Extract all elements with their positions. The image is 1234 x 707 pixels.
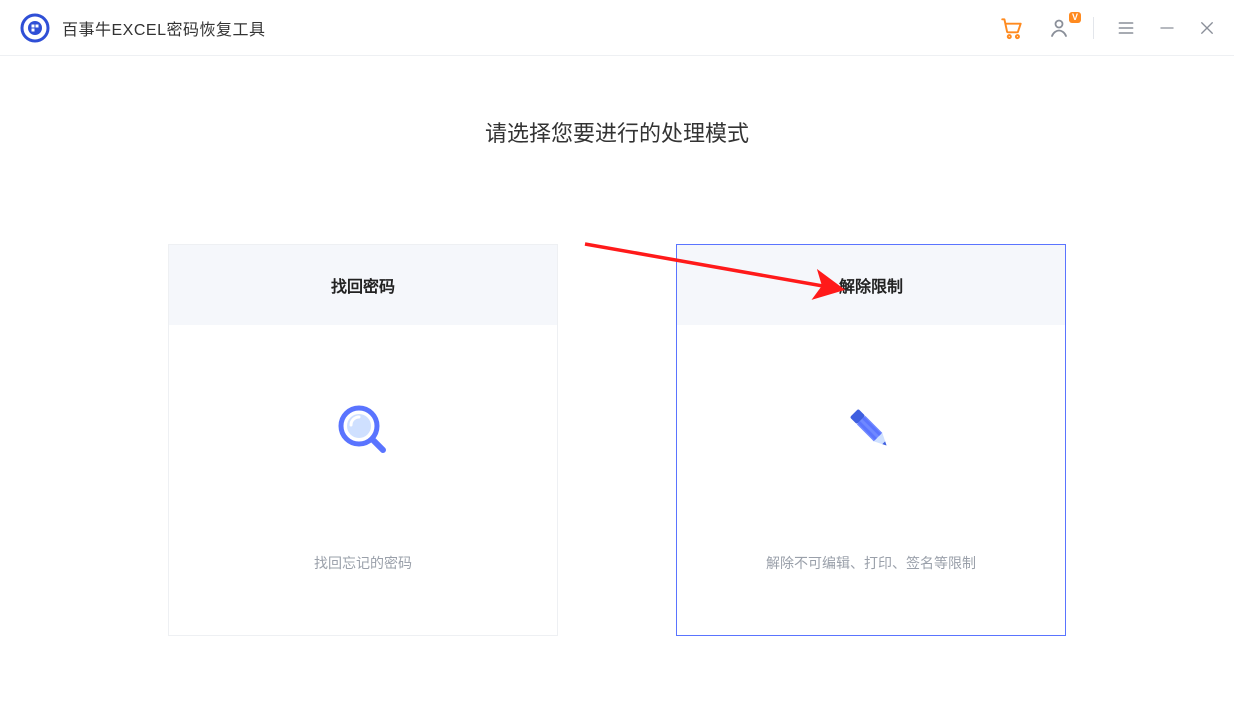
- main-content: 请选择您要进行的处理模式 找回密码 找回忘记的密码 解除限制: [0, 56, 1234, 636]
- pencil-icon: [839, 395, 903, 465]
- cart-icon[interactable]: [999, 15, 1025, 41]
- account-badge: V: [1069, 12, 1081, 23]
- minimize-icon[interactable]: [1158, 19, 1176, 37]
- card-unrestrict-title: 解除限制: [677, 245, 1065, 325]
- card-recover-password[interactable]: 找回密码 找回忘记的密码: [168, 244, 558, 636]
- titlebar-left: 百事牛EXCEL密码恢复工具: [20, 13, 265, 43]
- card-recover-body: 找回忘记的密码: [169, 325, 557, 635]
- app-title: 百事牛EXCEL密码恢复工具: [62, 16, 265, 40]
- titlebar: 百事牛EXCEL密码恢复工具 V: [0, 0, 1234, 56]
- mode-title: 请选择您要进行的处理模式: [0, 116, 1234, 148]
- mode-cards: 找回密码 找回忘记的密码 解除限制: [0, 244, 1234, 636]
- account-icon[interactable]: V: [1047, 16, 1071, 40]
- card-remove-restrictions[interactable]: 解除限制 解除不可编辑、打印、签名等限制: [676, 244, 1066, 636]
- card-recover-title: 找回密码: [169, 245, 557, 325]
- titlebar-right: V: [999, 15, 1216, 41]
- app-logo-icon: [20, 13, 50, 43]
- card-unrestrict-desc: 解除不可编辑、打印、签名等限制: [766, 553, 976, 573]
- menu-icon[interactable]: [1116, 18, 1136, 38]
- card-recover-desc: 找回忘记的密码: [314, 553, 412, 573]
- close-icon[interactable]: [1198, 19, 1216, 37]
- titlebar-separator: [1093, 17, 1094, 39]
- card-unrestrict-body: 解除不可编辑、打印、签名等限制: [677, 325, 1065, 635]
- magnifier-icon: [331, 395, 395, 465]
